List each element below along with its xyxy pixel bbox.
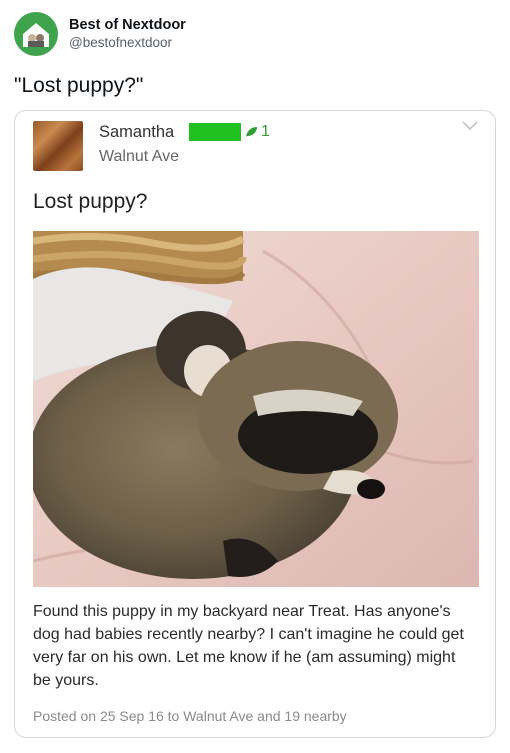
chevron-down-icon[interactable] xyxy=(461,119,479,133)
poster-avatar[interactable] xyxy=(33,121,83,171)
raccoon-photo-illustration xyxy=(33,231,479,587)
redaction-badge xyxy=(189,123,241,141)
author-name[interactable]: Best of Nextdoor xyxy=(69,16,186,34)
post-body: Found this puppy in my backyard near Tre… xyxy=(33,603,464,689)
tweet-text: "Lost puppy?" xyxy=(14,74,144,97)
nextdoor-post-card: Samantha 1 Walnut Ave Lost puppy? Found … xyxy=(14,110,496,738)
post-photo[interactable] xyxy=(33,231,479,587)
tweet-header: Best of Nextdoor @bestofnextdoor xyxy=(14,12,186,56)
post-meta: Posted on 25 Sep 16 to Walnut Ave and 19… xyxy=(33,708,347,724)
post-title: Lost puppy? xyxy=(33,190,148,213)
poster-street[interactable]: Walnut Ave xyxy=(99,148,179,166)
poster-name[interactable]: Samantha xyxy=(99,123,174,142)
leaf-icon xyxy=(246,127,257,137)
author-handle[interactable]: @bestofnextdoor xyxy=(69,34,186,52)
badge-count: 1 xyxy=(261,123,270,140)
account-avatar[interactable] xyxy=(14,12,58,56)
nextdoor-house-icon xyxy=(23,23,49,47)
